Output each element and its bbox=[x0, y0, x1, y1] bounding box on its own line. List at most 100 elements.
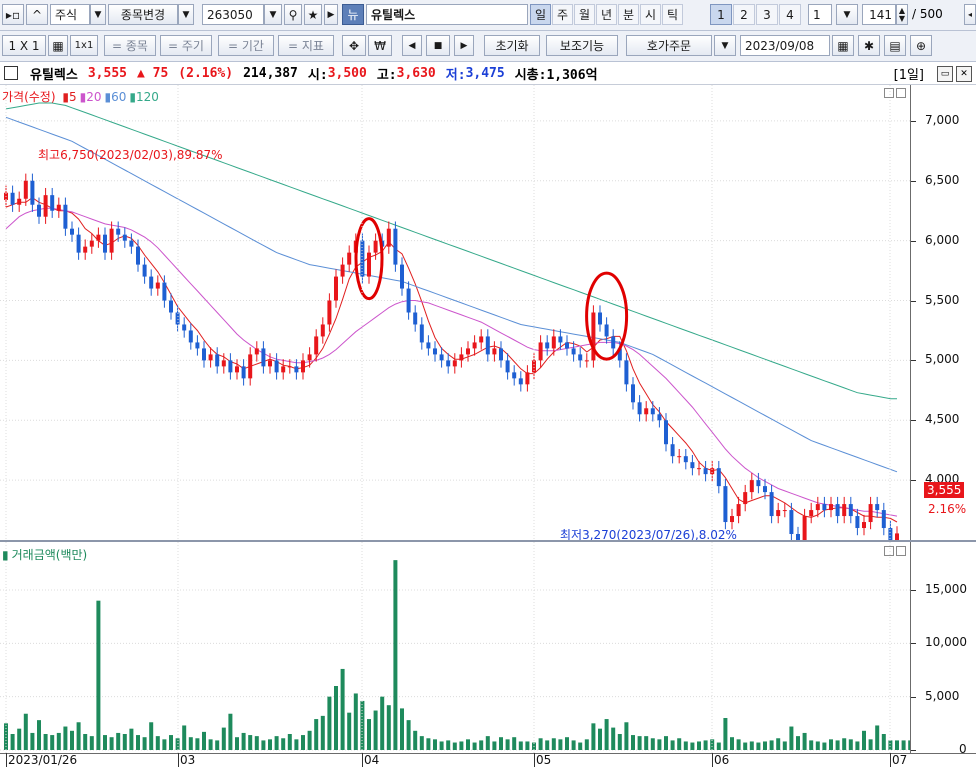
time-axis-tickmark bbox=[362, 753, 363, 767]
tab-period-3[interactable]: 년 bbox=[596, 4, 617, 25]
volume-bar bbox=[50, 735, 55, 750]
time-axis-label: 2023/01/26 bbox=[8, 753, 78, 767]
volume-bar bbox=[598, 728, 602, 750]
news-button[interactable]: 뉴 bbox=[342, 4, 364, 25]
volume-bar bbox=[472, 742, 477, 750]
volume-bar bbox=[23, 713, 28, 750]
scroll-right-icon[interactable]: ◂ bbox=[964, 4, 976, 25]
tab-period-4[interactable]: 분 bbox=[618, 4, 639, 25]
chevron-down-icon[interactable]: ▼ bbox=[90, 4, 106, 25]
market-cap: 1,306억 bbox=[546, 67, 598, 83]
candle-down bbox=[103, 234, 107, 253]
candle-up bbox=[254, 348, 259, 355]
time-axis-label: 05 bbox=[536, 753, 552, 767]
close-icon[interactable] bbox=[896, 88, 906, 98]
link-icon[interactable]: ▸▫ bbox=[2, 4, 24, 25]
candle-up bbox=[551, 336, 556, 349]
candle-down bbox=[37, 204, 41, 217]
volume-bar bbox=[314, 719, 319, 750]
tab-period-0[interactable]: 일 bbox=[530, 4, 551, 25]
tab-number-3[interactable]: 3 bbox=[756, 4, 778, 25]
tab-number-1[interactable]: 1 bbox=[710, 4, 732, 25]
candle-down bbox=[763, 486, 767, 493]
candle-down bbox=[578, 354, 583, 361]
star-icon[interactable]: ★ bbox=[304, 4, 322, 25]
volume-bar bbox=[637, 736, 642, 750]
stock-code-input[interactable]: 263050 bbox=[202, 4, 264, 25]
candle-up bbox=[89, 240, 94, 247]
volume-bar bbox=[815, 741, 820, 750]
info-stock-name: 유틸렉스 bbox=[30, 67, 78, 83]
price-pane-controls[interactable] bbox=[884, 88, 906, 98]
volume-bar bbox=[122, 734, 127, 750]
last-price-badge: 3,555 bbox=[924, 482, 965, 498]
cycle-button[interactable]: = 주기 bbox=[160, 35, 212, 56]
stock-item-button[interactable]: = 종목 bbox=[104, 35, 156, 56]
candle-down bbox=[122, 234, 127, 241]
gear-icon[interactable]: ✱ bbox=[858, 35, 880, 56]
layout-button[interactable]: 1 X 1 bbox=[2, 35, 46, 56]
single-view-button[interactable]: 1x1 bbox=[70, 35, 98, 56]
chevron-down-icon[interactable]: ▼ bbox=[264, 4, 282, 25]
indicator-button[interactable]: = 지표 bbox=[278, 35, 334, 56]
volume-bar bbox=[505, 739, 510, 750]
chevron-down-icon[interactable]: ▼ bbox=[714, 35, 736, 56]
grid-icon[interactable]: ▦ bbox=[48, 35, 68, 56]
tab-period-6[interactable]: 틱 bbox=[662, 4, 683, 25]
calendar-icon[interactable]: ▦ bbox=[832, 35, 854, 56]
time-axis-label: 04 bbox=[364, 753, 380, 767]
zoom-icon[interactable]: ⊕ bbox=[910, 35, 932, 56]
ma-legend-5[interactable]: ▮5 bbox=[62, 90, 76, 104]
prev-icon[interactable]: ◀ bbox=[402, 35, 422, 56]
ma-legend-60[interactable]: ▮60 bbox=[104, 90, 126, 104]
tab-period-5[interactable]: 시 bbox=[640, 4, 661, 25]
count-input[interactable]: 141 bbox=[862, 4, 896, 25]
last-price-pct: 2.16% bbox=[928, 502, 967, 516]
candle-up bbox=[221, 360, 226, 367]
ma-legend-20[interactable]: ▮20 bbox=[80, 90, 102, 104]
change-stock-button[interactable]: 종목변경 bbox=[108, 4, 178, 25]
volume-bar bbox=[631, 735, 635, 750]
assist-button[interactable]: 보조기능 bbox=[546, 35, 618, 56]
market-type-select[interactable]: 주식 bbox=[50, 4, 90, 25]
currency-button[interactable]: ₩ bbox=[368, 35, 392, 56]
tab-number-2[interactable]: 2 bbox=[733, 4, 755, 25]
restore-icon[interactable]: ▭ bbox=[937, 65, 953, 82]
ma-legend-120[interactable]: ▮120 bbox=[129, 90, 159, 104]
close-icon[interactable]: ✕ bbox=[956, 65, 972, 82]
period-button[interactable]: = 기간 bbox=[218, 35, 274, 56]
volume-chart[interactable] bbox=[0, 542, 910, 753]
move-icon[interactable]: ✥ bbox=[342, 35, 366, 56]
tab-period-1[interactable]: 주 bbox=[552, 4, 573, 25]
search-icon[interactable]: ⚲ bbox=[284, 4, 302, 25]
volume-bar bbox=[716, 742, 721, 750]
chevron-down-icon[interactable]: ▼ bbox=[836, 4, 858, 25]
close-icon[interactable] bbox=[896, 546, 906, 556]
tab-period-2[interactable]: 월 bbox=[574, 4, 595, 25]
candle-up bbox=[492, 348, 497, 355]
play-icon[interactable]: ▶ bbox=[324, 4, 338, 25]
maximize-icon[interactable] bbox=[884, 88, 894, 98]
candle-down bbox=[426, 342, 431, 349]
next-icon[interactable]: ▶ bbox=[454, 35, 474, 56]
volume-bar bbox=[697, 741, 701, 750]
chevron-up-icon[interactable]: ^ bbox=[26, 4, 48, 25]
reset-button[interactable]: 초기화 bbox=[484, 35, 540, 56]
volume-bar bbox=[763, 741, 767, 750]
volume-bar bbox=[683, 741, 688, 750]
print-icon[interactable]: ▤ bbox=[884, 35, 906, 56]
current-price: 3,555 bbox=[87, 65, 127, 81]
chevron-down-icon[interactable]: ▼ bbox=[178, 4, 194, 25]
candle-up bbox=[743, 492, 748, 505]
tab-number-4[interactable]: 4 bbox=[779, 4, 801, 25]
volume-pane-controls[interactable] bbox=[884, 546, 906, 556]
interval-input[interactable]: 1 bbox=[808, 4, 832, 25]
volume-bar bbox=[881, 734, 886, 750]
select-checkbox[interactable] bbox=[4, 66, 18, 80]
volume-bar bbox=[749, 741, 754, 750]
stop-icon[interactable]: ■ bbox=[426, 35, 450, 56]
order-button[interactable]: 호가주문 bbox=[626, 35, 712, 56]
date-input[interactable]: 2023/09/08 bbox=[740, 35, 830, 56]
maximize-icon[interactable] bbox=[884, 546, 894, 556]
count-stepper[interactable]: ▲ ▼ bbox=[896, 4, 908, 25]
